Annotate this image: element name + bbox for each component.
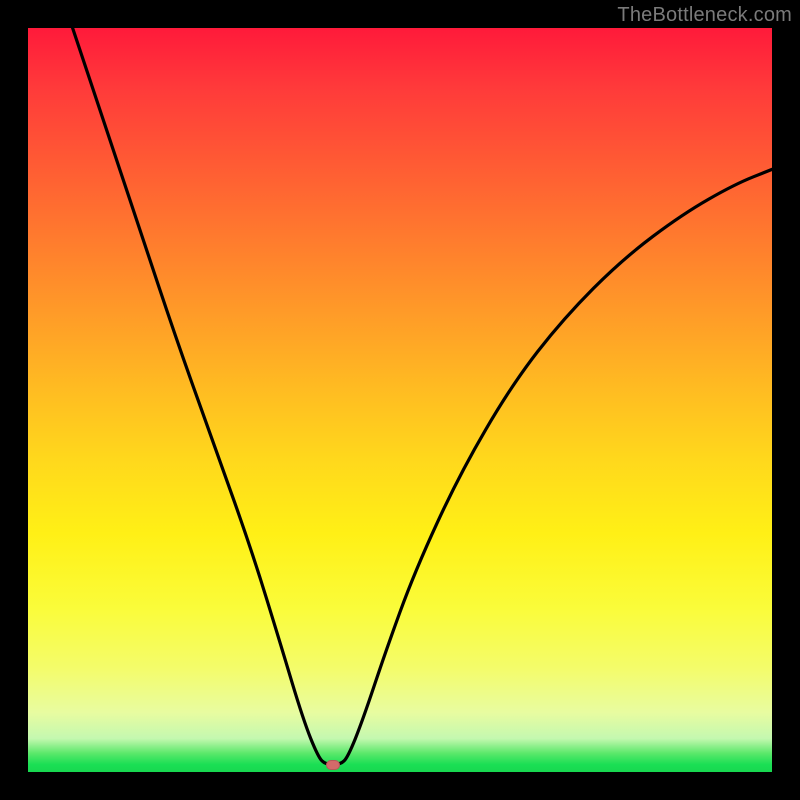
- bottleneck-curve: [28, 28, 772, 772]
- chart-frame: TheBottleneck.com: [0, 0, 800, 800]
- optimal-marker: [326, 760, 340, 770]
- watermark-text: TheBottleneck.com: [617, 4, 792, 27]
- plot-area: [28, 28, 772, 772]
